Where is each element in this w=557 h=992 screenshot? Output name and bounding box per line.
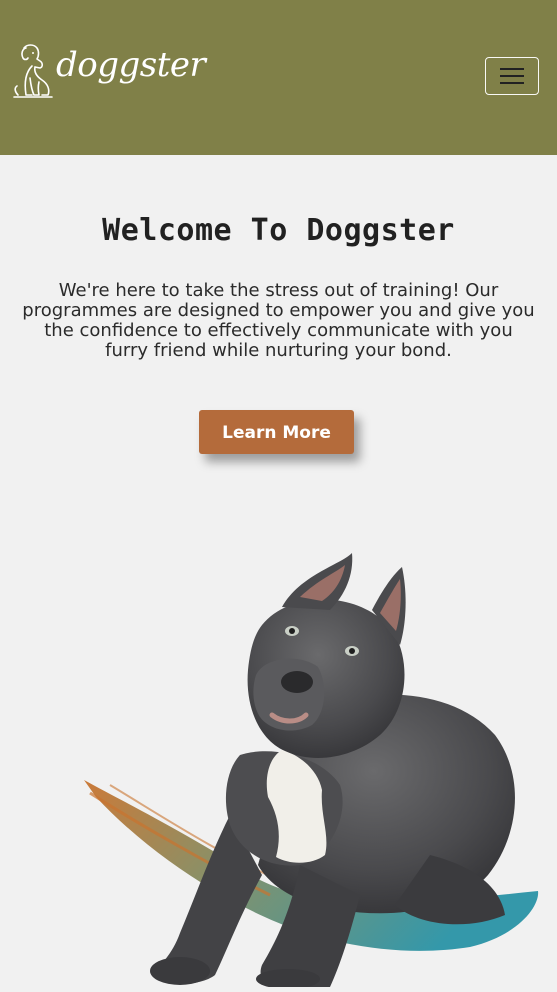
navbar: doggster bbox=[0, 0, 557, 155]
hamburger-bar bbox=[500, 82, 524, 84]
hero-description: We're here to take the stress out of tra… bbox=[22, 280, 535, 361]
hamburger-menu-icon bbox=[500, 68, 524, 70]
learn-more-button[interactable]: Learn More bbox=[199, 410, 354, 454]
hamburger-bar bbox=[500, 75, 524, 77]
hero-dog-image bbox=[0, 535, 557, 989]
hero-section: Welcome To Doggster We're here to take t… bbox=[0, 155, 557, 989]
brand-logo-link[interactable]: doggster bbox=[12, 42, 206, 100]
brand-name: doggster bbox=[56, 45, 206, 85]
dog-outline-icon bbox=[13, 44, 53, 98]
navbar-toggle-button[interactable] bbox=[485, 57, 539, 95]
hero-title: Welcome To Doggster bbox=[102, 213, 455, 248]
dog-illustration bbox=[84, 553, 539, 989]
